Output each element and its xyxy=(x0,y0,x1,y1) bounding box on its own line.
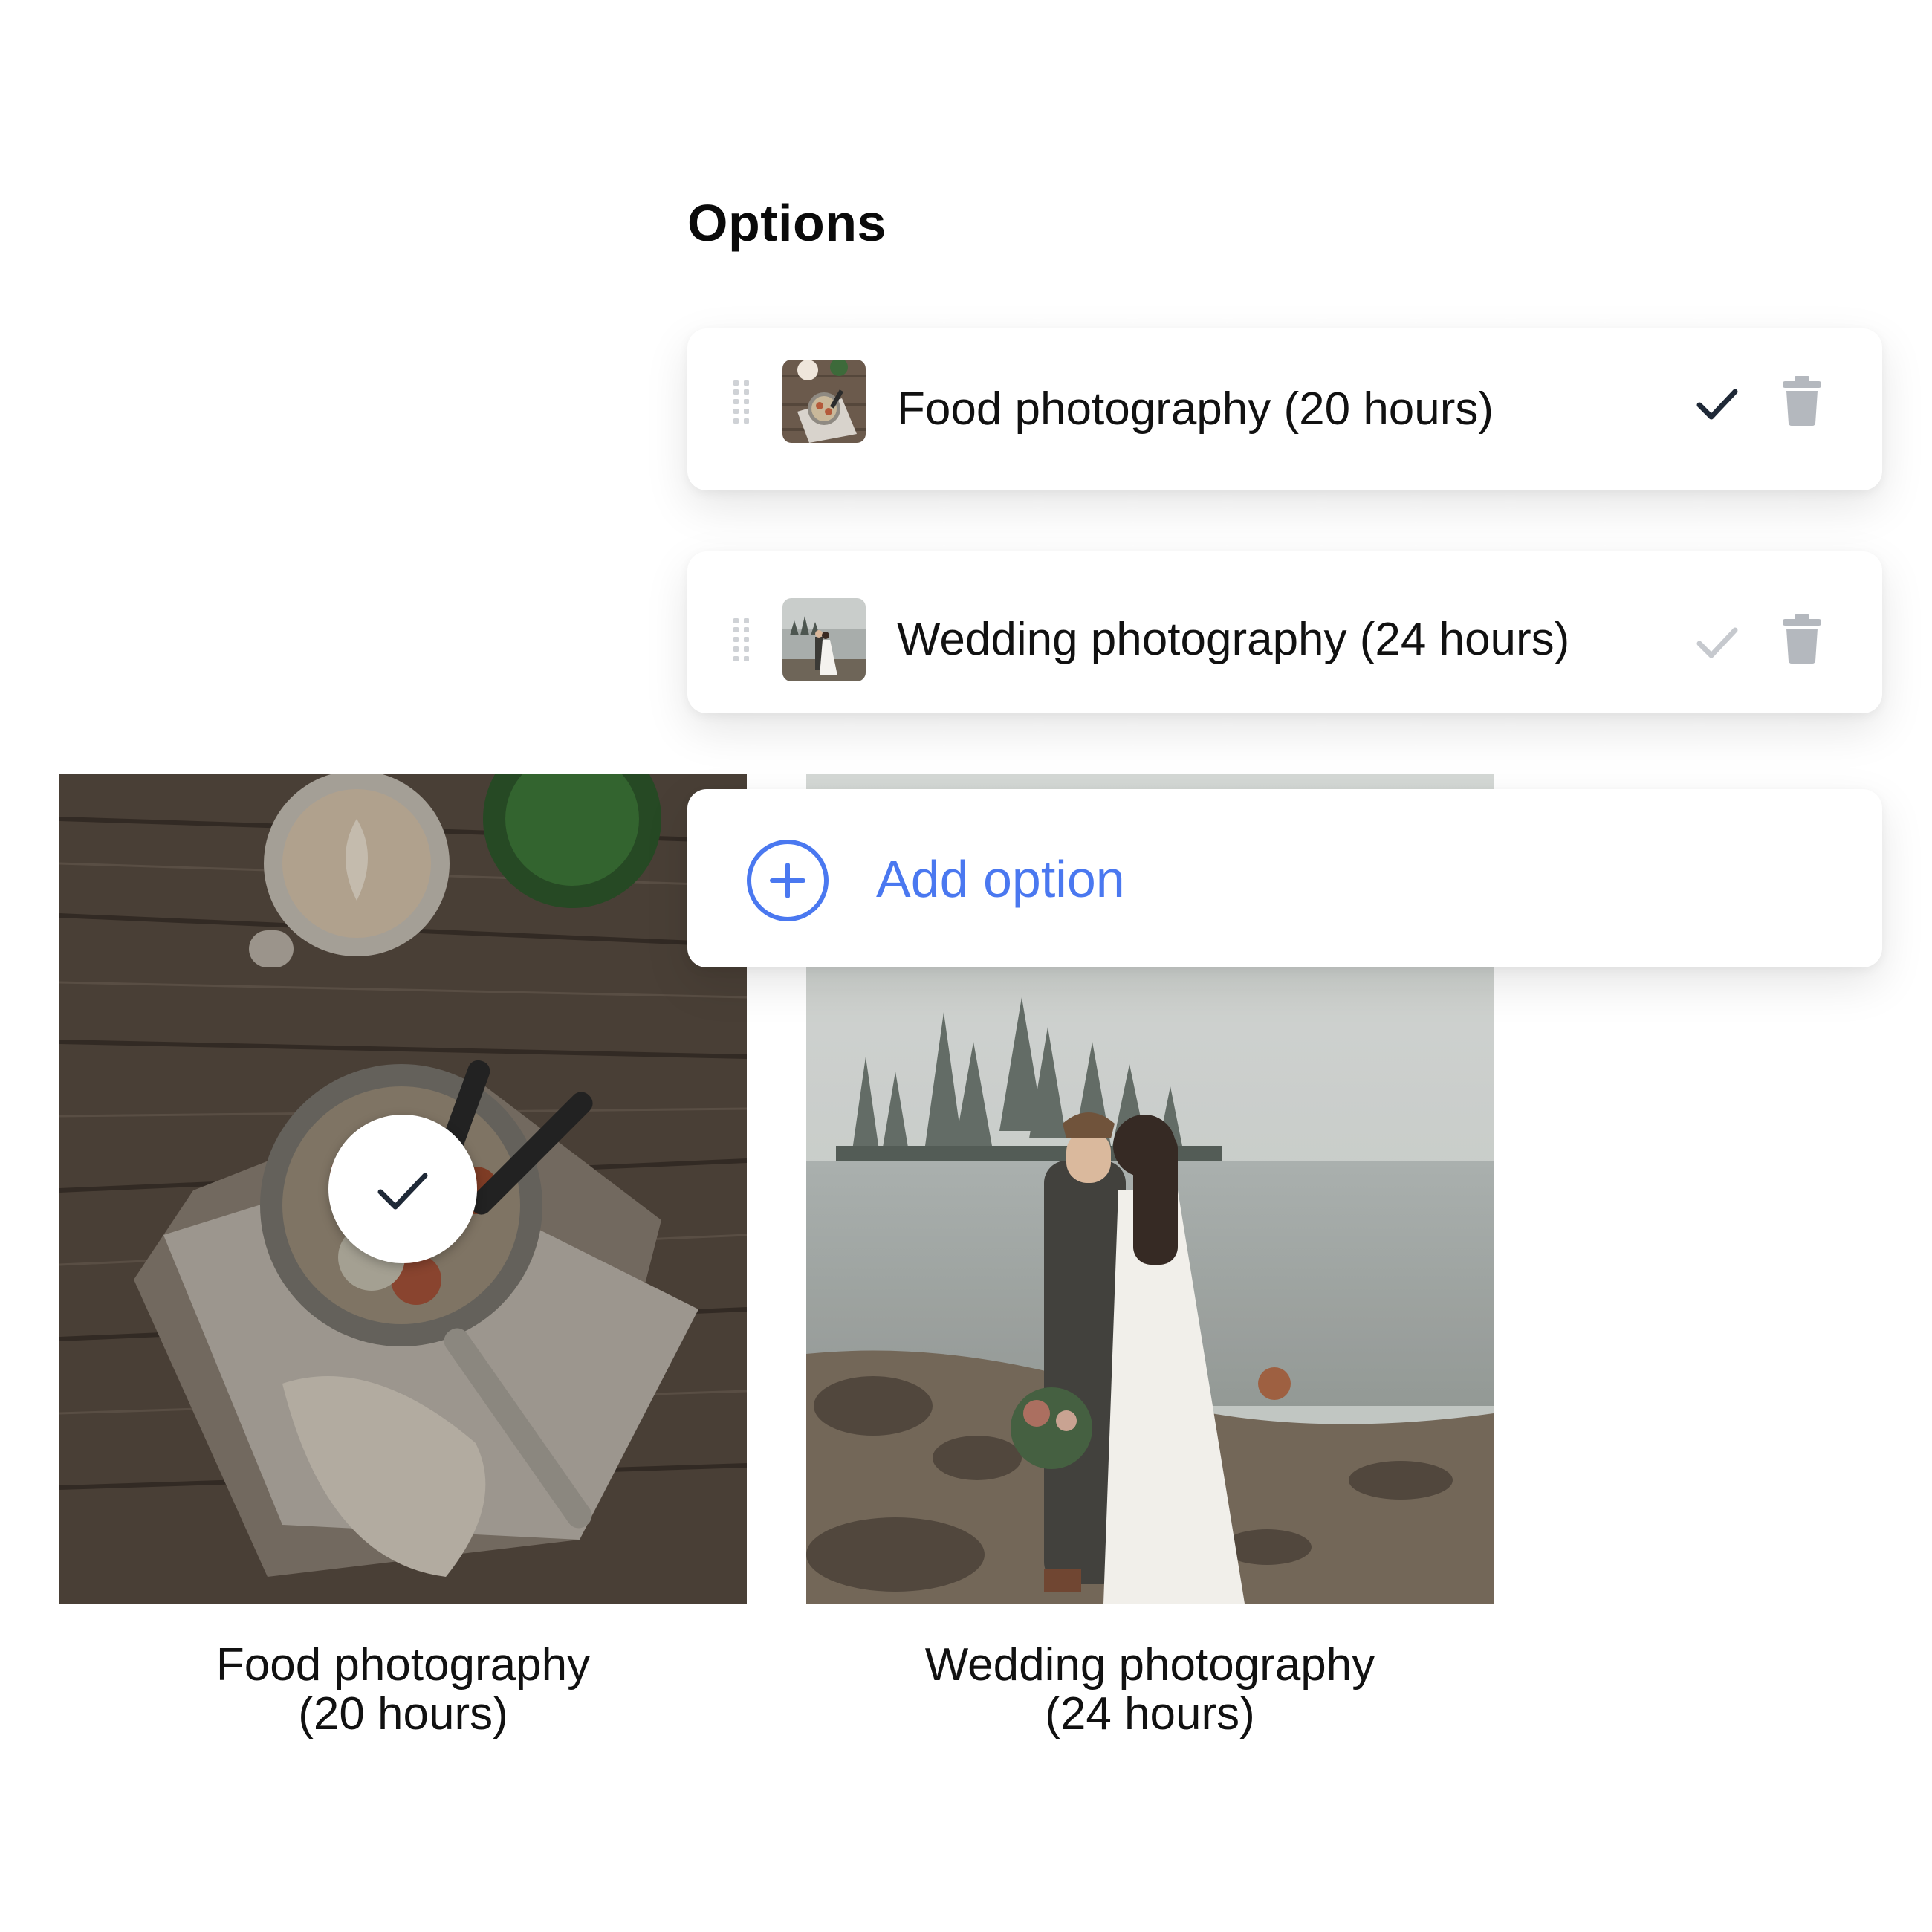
check-icon[interactable] xyxy=(1690,378,1743,430)
wedding-caption: Wedding photography (24 hours) xyxy=(806,1641,1494,1739)
check-icon xyxy=(377,1173,428,1210)
option-row-wedding[interactable]: Wedding photography (24 hours) xyxy=(687,551,1882,713)
trash-icon[interactable] xyxy=(1780,612,1824,664)
food-preview-image[interactable] xyxy=(59,774,747,1604)
option-row-food[interactable]: Food photography (20 hours) xyxy=(687,328,1882,490)
add-option-button[interactable]: Add option xyxy=(687,789,1882,967)
plus-circle-icon[interactable] xyxy=(745,838,830,923)
drag-handle-icon[interactable] xyxy=(732,617,751,663)
options-title: Options xyxy=(687,194,886,252)
food-caption: Food photography (20 hours) xyxy=(59,1641,747,1739)
option-label: Food photography (20 hours) xyxy=(897,383,1494,435)
caption-line: (24 hours) xyxy=(1045,1688,1255,1740)
caption-line: (20 hours) xyxy=(298,1688,508,1740)
check-icon[interactable] xyxy=(1690,617,1743,669)
trash-icon[interactable] xyxy=(1780,375,1824,427)
food-thumbnail xyxy=(782,360,866,443)
caption-line: Wedding photography xyxy=(924,1639,1375,1690)
selected-badge xyxy=(328,1115,477,1263)
caption-line: Food photography xyxy=(215,1639,591,1690)
add-option-label[interactable]: Add option xyxy=(876,847,1125,911)
drag-handle-icon[interactable] xyxy=(732,379,751,425)
option-label: Wedding photography (24 hours) xyxy=(897,614,1570,665)
wedding-thumbnail xyxy=(782,598,866,681)
